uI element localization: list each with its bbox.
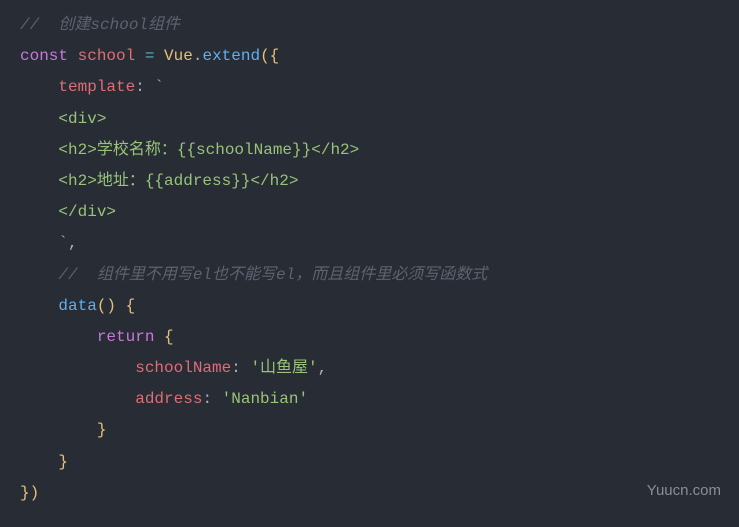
code-line-15: }: [20, 447, 719, 478]
code-line-7: </div>: [20, 197, 719, 228]
code-line-3: template: `: [20, 72, 719, 103]
code-line-8: `,: [20, 228, 719, 259]
watermark: Yuucn.com: [647, 476, 721, 505]
code-line-10: data() {: [20, 291, 719, 322]
code-line-5: <h2>学校名称：{{schoolName}}</h2>: [20, 135, 719, 166]
code-line-9: // 组件里不用写el也不能写el，而且组件里必须写函数式: [20, 260, 719, 291]
comment-text: // 组件里不用写el也不能写el，而且组件里必须写函数式: [58, 266, 487, 284]
code-line-6: <h2>地址：{{address}}</h2>: [20, 166, 719, 197]
code-block: // 创建school组件 const school = Vue.extend(…: [20, 10, 719, 509]
code-line-16: }): [20, 478, 719, 509]
comment-text: // 创建school组件: [20, 16, 180, 34]
code-line-4: <div>: [20, 104, 719, 135]
code-line-2: const school = Vue.extend({: [20, 41, 719, 72]
code-line-14: }: [20, 415, 719, 446]
code-line-11: return {: [20, 322, 719, 353]
code-line-12: schoolName: '山鱼屋',: [20, 353, 719, 384]
code-line-1: // 创建school组件: [20, 10, 719, 41]
code-line-13: address: 'Nanbian': [20, 384, 719, 415]
